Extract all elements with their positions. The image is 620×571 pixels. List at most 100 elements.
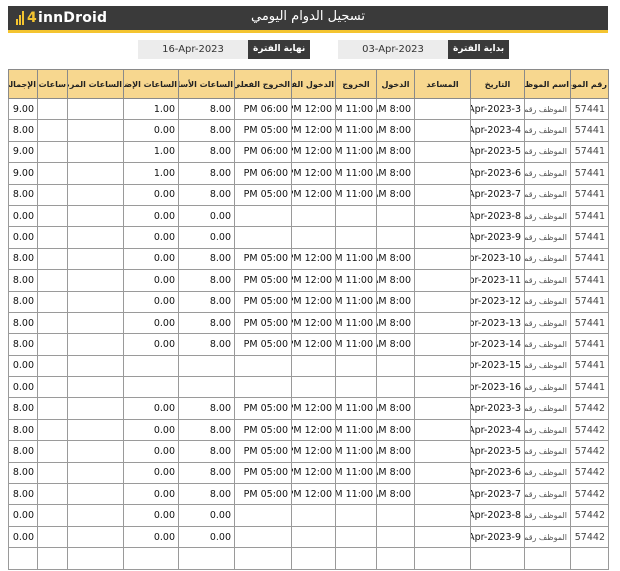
table-row[interactable]: 57441الموظف رقم 112-Apr-2023 8:00 AM11:00…	[8, 290, 609, 313]
sick-hours-cell[interactable]	[67, 204, 124, 228]
date-cell[interactable]: 7-Apr-2023	[470, 483, 525, 506]
employee-id-cell[interactable]: 57441	[570, 269, 609, 292]
total-cell[interactable]: 8.00	[8, 461, 38, 485]
employee-name-cell[interactable]: الموظف رقم 1	[524, 119, 571, 142]
holiday-hours-cell[interactable]	[37, 376, 68, 399]
actual-check-out-cell[interactable]: 05:00 PM	[234, 183, 292, 206]
basic-hours-cell[interactable]: 0.00	[178, 226, 235, 249]
employee-name-cell[interactable]: الموظف رقم 1	[524, 333, 571, 356]
basic-hours-cell[interactable]	[178, 376, 235, 399]
basic-hours-cell[interactable]: 0.00	[178, 504, 235, 527]
holiday-hours-cell[interactable]	[37, 162, 68, 185]
actual-check-in-cell[interactable]	[291, 204, 336, 228]
actual-check-out-cell[interactable]: 05:00 PM	[234, 461, 292, 485]
assistant-cell[interactable]	[414, 483, 471, 506]
check-out-cell[interactable]	[335, 376, 377, 399]
assistant-cell[interactable]	[414, 247, 471, 271]
actual-check-out-cell[interactable]: 05:00 PM	[234, 483, 292, 506]
basic-hours-cell[interactable]: 8.00	[178, 483, 235, 506]
employee-name-cell[interactable]: الموظف رقم 1	[524, 269, 571, 292]
sick-hours-cell[interactable]	[67, 162, 124, 185]
overtime-hours-cell[interactable]: 0.00	[123, 290, 179, 313]
assistant-cell[interactable]	[414, 418, 471, 442]
col-employee-id-header[interactable]: رقم الموظف	[570, 69, 609, 99]
actual-check-out-cell[interactable]: 06:00 PM	[234, 162, 292, 185]
employee-id-cell[interactable]: 57442	[570, 440, 609, 463]
table-row[interactable]: 57441الموظف رقم 110-Apr-2023 8:00 AM11:00…	[8, 247, 609, 271]
actual-check-in-cell[interactable]: 12:00 PM	[291, 418, 336, 442]
assistant-cell[interactable]	[414, 269, 471, 292]
overtime-hours-cell[interactable]: 0.00	[123, 440, 179, 463]
employee-id-cell[interactable]: 57441	[570, 140, 609, 164]
overtime-hours-cell[interactable]: 1.00	[123, 162, 179, 185]
date-cell[interactable]: 16-Apr-2023	[470, 376, 525, 399]
overtime-hours-cell[interactable]: 0.00	[123, 504, 179, 527]
basic-hours-cell[interactable]: 8.00	[178, 397, 235, 420]
check-out-cell[interactable]: 11:00 AM	[335, 119, 377, 142]
basic-hours-cell[interactable]: 0.00	[178, 204, 235, 228]
assistant-cell[interactable]	[414, 333, 471, 356]
check-out-cell[interactable]: 11:00 AM	[335, 140, 377, 164]
table-row[interactable]: 57441الموظف رقم 19-Apr-20230.000.000.00	[8, 226, 609, 249]
sick-hours-cell[interactable]	[67, 183, 124, 206]
check-in-cell[interactable]: 8:00 AM	[376, 162, 415, 185]
holiday-hours-cell[interactable]	[37, 397, 68, 420]
basic-hours-cell[interactable]	[178, 354, 235, 378]
overtime-hours-cell[interactable]: 0.00	[123, 119, 179, 142]
actual-check-in-cell[interactable]: 12:00 PM	[291, 269, 336, 292]
total-cell[interactable]: 8.00	[8, 397, 38, 420]
overtime-hours-cell[interactable]	[123, 547, 179, 570]
actual-check-out-cell[interactable]: 06:00 PM	[234, 140, 292, 164]
overtime-hours-cell[interactable]: 0.00	[123, 311, 179, 335]
employee-name-cell[interactable]: الموظف رقم 2	[524, 504, 571, 527]
check-out-cell[interactable]: 11:00 AM	[335, 162, 377, 185]
employee-name-cell[interactable]: الموظف رقم 2	[524, 397, 571, 420]
table-row[interactable]: 57441الموظف رقم 114-Apr-2023 8:00 AM11:00…	[8, 333, 609, 356]
employee-name-cell[interactable]: الموظف رقم 1	[524, 162, 571, 185]
employee-name-cell[interactable]: الموظف رقم 2	[524, 483, 571, 506]
employee-id-cell[interactable]: 57442	[570, 504, 609, 527]
employee-id-cell[interactable]: 57441	[570, 247, 609, 271]
date-cell[interactable]: 5-Apr-2023	[470, 140, 525, 164]
basic-hours-cell[interactable]: 8.00	[178, 418, 235, 442]
check-in-cell[interactable]: 8:00 AM	[376, 440, 415, 463]
total-cell[interactable]: 0.00	[8, 376, 38, 399]
employee-id-cell[interactable]: 57442	[570, 483, 609, 506]
holiday-hours-cell[interactable]	[37, 418, 68, 442]
overtime-hours-cell[interactable]: 0.00	[123, 397, 179, 420]
sick-hours-cell[interactable]	[67, 290, 124, 313]
check-in-cell[interactable]: 8:00 AM	[376, 483, 415, 506]
table-row[interactable]: 57442الموظف رقم 29-Apr-20230.000.000.00	[8, 525, 609, 549]
check-out-cell[interactable]: 11:00 AM	[335, 397, 377, 420]
actual-check-out-cell[interactable]	[234, 504, 292, 527]
col-total-header[interactable]: الإجمالي	[8, 69, 38, 99]
table-row[interactable]: 57441الموظف رقم 111-Apr-2023 8:00 AM11:00…	[8, 269, 609, 292]
actual-check-in-cell[interactable]: 12:00 PM	[291, 162, 336, 185]
table-row[interactable]: 57442الموظف رقم 24-Apr-2023 8:00 AM11:00 …	[8, 418, 609, 442]
total-cell[interactable]: 8.00	[8, 247, 38, 271]
holiday-hours-cell[interactable]	[37, 140, 68, 164]
sick-hours-cell[interactable]	[67, 354, 124, 378]
employee-id-cell[interactable]: 57441	[570, 119, 609, 142]
assistant-cell[interactable]	[414, 204, 471, 228]
date-cell[interactable]: 6-Apr-2023	[470, 162, 525, 185]
col-date-header[interactable]: التاريخ	[470, 69, 525, 99]
employee-name-cell[interactable]: الموظف رقم 1	[524, 354, 571, 378]
holiday-hours-cell[interactable]	[37, 311, 68, 335]
sick-hours-cell[interactable]	[67, 247, 124, 271]
total-cell[interactable]	[8, 547, 38, 570]
sick-hours-cell[interactable]	[67, 269, 124, 292]
basic-hours-cell[interactable]: 8.00	[178, 183, 235, 206]
check-out-cell[interactable]: 11:00 AM	[335, 183, 377, 206]
date-cell[interactable]: 8-Apr-2023	[470, 204, 525, 228]
table-row[interactable]: 57441الموظف رقم 16-Apr-2023 8:00 AM11:00 …	[8, 162, 609, 185]
employee-name-cell[interactable]: الموظف رقم 2	[524, 418, 571, 442]
basic-hours-cell[interactable]: 8.00	[178, 162, 235, 185]
actual-check-out-cell[interactable]	[234, 525, 292, 549]
check-in-cell[interactable]: 8:00 AM	[376, 140, 415, 164]
check-out-cell[interactable]: 11:00 AM	[335, 418, 377, 442]
date-cell[interactable]: 3-Apr-2023	[470, 97, 525, 121]
actual-check-out-cell[interactable]: 05:00 PM	[234, 119, 292, 142]
total-cell[interactable]: 8.00	[8, 290, 38, 313]
total-cell[interactable]: 0.00	[8, 204, 38, 228]
